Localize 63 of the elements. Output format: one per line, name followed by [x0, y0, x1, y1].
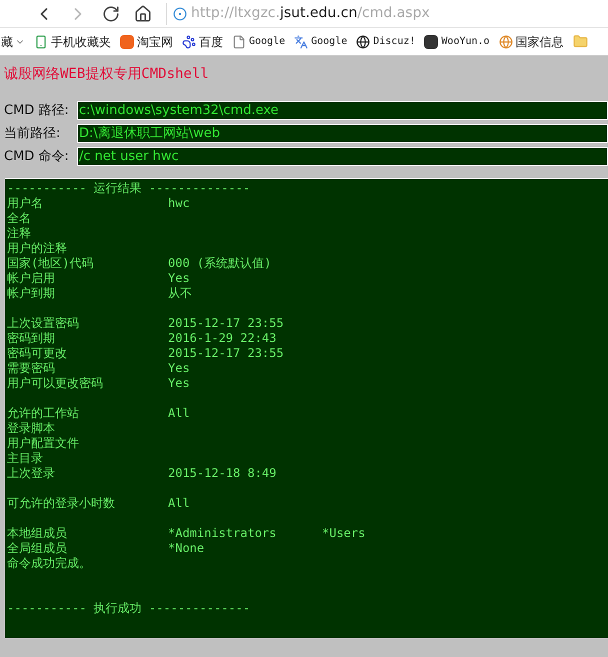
bookmark-link[interactable]: Google: [311, 34, 348, 49]
output-value: *Administrators: [168, 526, 278, 541]
output-label: 登录脚本: [7, 421, 56, 436]
page-icon: [232, 34, 246, 48]
field-label: CMD 命令:: [3, 148, 70, 166]
output-label: 密码到期: [7, 331, 56, 346]
output-line: ----------- 执行成功 --------------: [7, 601, 252, 616]
output-value: Yes: [168, 271, 191, 286]
output-label: 国家(地区)代码: [7, 256, 94, 271]
output-line: ----------- 运行结果 --------------: [7, 181, 252, 196]
output-value: 2015-12-17 23:55: [168, 346, 285, 361]
output-value: *Users: [322, 526, 366, 541]
output-label: 用户可以更改密码: [7, 376, 104, 391]
output-label: 用户的注释: [7, 241, 68, 256]
output-value: Yes: [168, 376, 191, 391]
bookmark-link[interactable]: 手机收藏夹: [51, 32, 111, 50]
home-icon[interactable]: [134, 4, 152, 22]
output-value: 2016-1-29 22:43: [168, 331, 278, 346]
url-text: http://ltxgzc.: [191, 5, 280, 21]
reload-icon[interactable]: [102, 4, 120, 22]
bookmark-link[interactable]: Discuz!: [373, 34, 416, 49]
output-label: 注释: [7, 226, 32, 241]
output-value: Yes: [168, 361, 191, 376]
output-value: 000 (系统默认值): [168, 256, 272, 271]
page-title: 诚殷网络WEB提权专用CMDshell: [4, 65, 210, 84]
output-label: 可允许的登录小时数: [7, 496, 116, 511]
input-field[interactable]: /c net user hwc: [77, 147, 608, 166]
url-domain: jsut.edu.cn: [280, 5, 358, 21]
output-label: 主目录: [7, 451, 44, 466]
output-label: 上次设置密码: [7, 316, 80, 331]
output-label: 需要密码: [7, 361, 56, 376]
output-value: *None: [168, 541, 206, 556]
bookmark-link[interactable]: Google: [249, 34, 286, 49]
bookmark-link[interactable]: 淘宝网: [137, 32, 173, 50]
output-value: 2015-12-17 23:55: [168, 316, 285, 331]
bookmark-link[interactable]: 国家信息: [516, 32, 564, 50]
output-value: 从不: [168, 286, 193, 301]
phone-icon: [34, 34, 48, 48]
bookmark-link[interactable]: 百度: [199, 32, 223, 50]
output-value: All: [168, 496, 191, 511]
output-label: 帐户到期: [7, 286, 56, 301]
output-label: 全局组成员: [7, 541, 68, 556]
output-value: 2015-12-18 8:49: [168, 466, 278, 481]
output-line: 命令成功完成。: [7, 556, 92, 571]
input-field[interactable]: D:\离退休职工网站\web: [77, 124, 608, 143]
input-field[interactable]: c:\windows\system32\cmd.exe: [77, 101, 608, 120]
translate-icon: [294, 34, 308, 48]
output-label: 密码可更改: [7, 346, 68, 361]
paw-icon: [182, 34, 196, 48]
output-label: 上次登录: [7, 466, 56, 481]
bookmark-folder[interactable]: 藏: [1, 32, 25, 50]
output-value: hwc: [168, 196, 191, 211]
output-value: All: [168, 406, 191, 421]
output-label: 用户名: [7, 196, 44, 211]
output-label: 帐户启用: [7, 271, 56, 286]
output-label: 用户配置文件: [7, 436, 80, 451]
bookmark-link[interactable]: WooYun.o: [441, 34, 490, 49]
output-label: 允许的工作站: [7, 406, 80, 421]
field-label: CMD 路径:: [3, 102, 70, 120]
field-label: 当前路径:: [3, 124, 62, 143]
output-label: 全名: [7, 211, 32, 226]
url-text: /cmd.aspx: [357, 5, 430, 21]
output-label: 本地组成员: [7, 526, 68, 541]
